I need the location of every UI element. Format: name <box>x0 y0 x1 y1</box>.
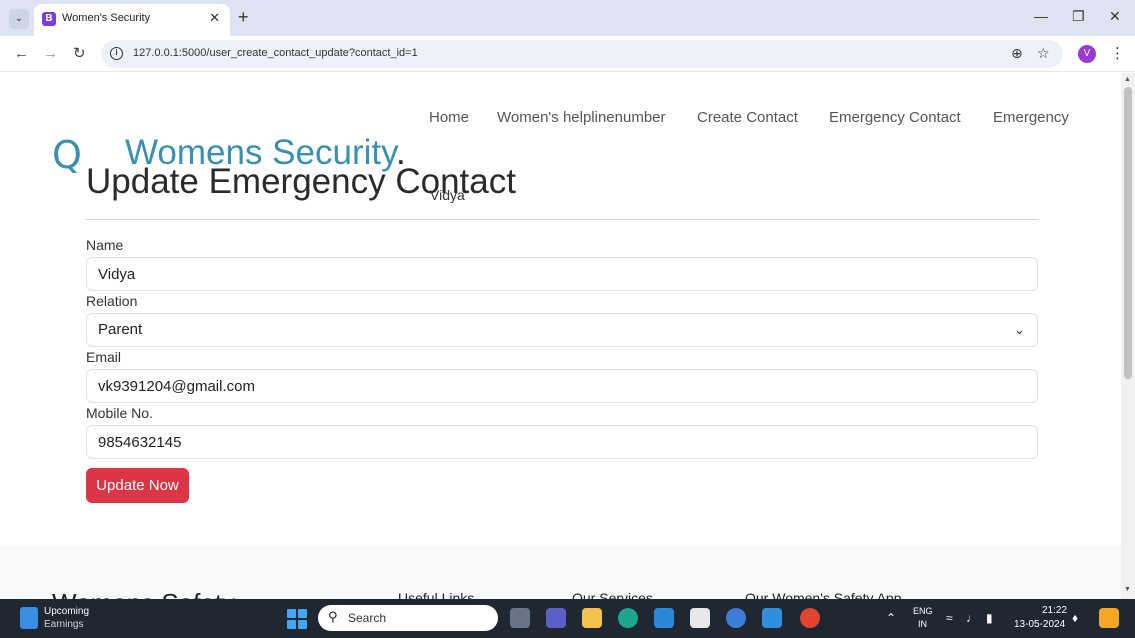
more-menu-icon[interactable]: ⋮ <box>1110 44 1125 62</box>
chevron-down-icon: ⌄ <box>1014 322 1025 337</box>
name-field[interactable] <box>86 257 1038 291</box>
name-label: Name <box>86 237 124 253</box>
clock-time[interactable]: 21:22 <box>1042 605 1067 616</box>
widget-subtitle[interactable]: Earnings <box>44 619 83 630</box>
copilot-icon[interactable] <box>1099 608 1119 628</box>
chrome-icon[interactable] <box>800 608 820 628</box>
mobile-field[interactable] <box>86 425 1038 459</box>
scrollbar-thumb[interactable] <box>1124 87 1132 379</box>
battery-icon[interactable]: ▮ <box>986 611 993 625</box>
volume-icon[interactable]: ♩ <box>966 611 978 625</box>
site-footer: Womens Safety Useful Links Our Services … <box>0 546 1121 599</box>
nav-emergency[interactable]: Emergency <box>993 109 1069 126</box>
mysql-workbench-icon[interactable] <box>654 608 674 628</box>
footer-heading-our-services: Our Services <box>572 590 653 599</box>
taskbar-search[interactable]: ⚲ Search <box>318 605 498 631</box>
nav-emergency-contact[interactable]: Emergency Contact <box>829 109 961 126</box>
new-tab-icon[interactable]: + <box>238 8 249 26</box>
back-icon[interactable]: ← <box>14 45 29 63</box>
nav-create-contact[interactable]: Create Contact <box>697 109 798 126</box>
nav-helpline[interactable]: Women's helplinenumber <box>497 109 666 126</box>
minimize-icon[interactable]: — <box>1034 8 1048 24</box>
search-icon: ⚲ <box>328 609 338 624</box>
python-icon[interactable] <box>726 608 746 628</box>
close-tab-icon[interactable]: ✕ <box>209 10 220 26</box>
scroll-up-icon[interactable]: ▲ <box>1124 76 1131 83</box>
notification-bell-icon[interactable]: ♦ <box>1072 611 1078 625</box>
clock-date[interactable]: 13-05-2024 <box>1014 619 1065 630</box>
windows-taskbar: Upcoming Earnings ⚲ Search ⌃ ENG IN ≈ ♩ … <box>0 599 1135 638</box>
vscode-icon[interactable] <box>762 608 782 628</box>
browser-toolbar: ← → ↻ i 127.0.0.1:5000/user_create_conta… <box>0 36 1135 72</box>
start-windows-icon[interactable] <box>287 609 307 629</box>
widget-title[interactable]: Upcoming <box>44 606 89 617</box>
widget-icon[interactable] <box>20 607 38 629</box>
email-field[interactable] <box>86 369 1038 403</box>
footer-heading-app: Our Women's Safety App <box>745 590 902 599</box>
language-indicator[interactable]: ENG <box>913 606 933 616</box>
forward-icon[interactable]: → <box>43 45 58 63</box>
reload-icon[interactable]: ↻ <box>73 45 86 63</box>
nav-home[interactable]: Home <box>429 109 469 126</box>
window-close-icon[interactable]: ✕ <box>1109 8 1121 25</box>
site-info-icon[interactable]: i <box>110 47 123 60</box>
logged-in-username: Vidya <box>430 187 465 203</box>
language-region[interactable]: IN <box>918 619 927 629</box>
hidden-icons-chevron-icon[interactable]: ⌃ <box>886 611 896 625</box>
tab-search-chevron-icon[interactable]: ⌄ <box>9 9 29 29</box>
page-viewport: Home Women's helplinenumber Create Conta… <box>0 73 1121 599</box>
footer-brand: Womens Safety <box>52 588 235 599</box>
search-placeholder: Search <box>348 611 387 625</box>
profile-avatar[interactable]: V <box>1078 45 1096 63</box>
relation-select[interactable]: Parent ⌄ <box>86 313 1038 347</box>
restore-icon[interactable]: ❐ <box>1072 8 1085 25</box>
favicon-icon: B <box>42 12 56 26</box>
browser-tab-strip: ⌄ B Women's Security ✕ + — ❐ ✕ <box>0 0 1135 36</box>
site-navbar: Home Women's helplinenumber Create Conta… <box>0 109 1121 133</box>
relation-label: Relation <box>86 293 138 309</box>
brand-logo-icon[interactable]: Q <box>52 135 82 175</box>
browser-tab[interactable]: B Women's Security ✕ <box>34 4 230 36</box>
relation-selected-value: Parent <box>98 321 143 338</box>
zoom-icon[interactable]: ⊕ <box>1011 45 1023 62</box>
teams-icon[interactable] <box>546 608 566 628</box>
scroll-down-icon[interactable]: ▼ <box>1124 586 1131 593</box>
file-explorer-icon[interactable] <box>582 608 602 628</box>
update-now-button[interactable]: Update Now <box>86 468 189 503</box>
mobile-label: Mobile No. <box>86 405 153 421</box>
wifi-icon[interactable]: ≈ <box>946 611 953 625</box>
address-bar[interactable]: i 127.0.0.1:5000/user_create_contact_upd… <box>101 40 1063 68</box>
email-label: Email <box>86 349 122 365</box>
tab-title: Women's Security <box>62 12 151 24</box>
url-text[interactable]: 127.0.0.1:5000/user_create_contact_updat… <box>133 47 418 59</box>
edge-icon[interactable] <box>618 608 638 628</box>
bookmark-star-icon[interactable]: ☆ <box>1037 45 1050 62</box>
footer-heading-useful-links: Useful Links <box>398 590 475 599</box>
task-view-icon[interactable] <box>510 608 530 628</box>
page-scrollbar[interactable]: ▲ ▼ <box>1121 73 1135 599</box>
store-icon[interactable] <box>690 608 710 628</box>
title-divider <box>86 219 1038 220</box>
